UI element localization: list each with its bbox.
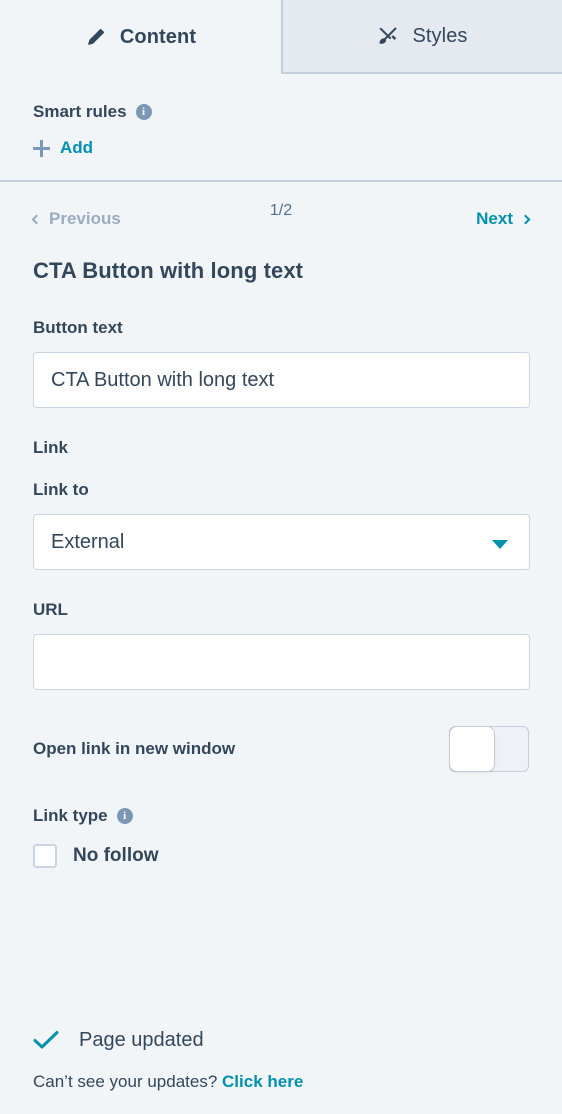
link-group-label: Link — [33, 438, 68, 457]
link-to-value[interactable]: External — [33, 514, 530, 570]
url-label: URL — [33, 600, 68, 619]
module-pagination: Previous 1/2 Next — [0, 182, 562, 256]
open-new-window-row: Open link in new window — [33, 726, 529, 772]
refresh-hint: Can’t see your updates? Click here — [33, 1072, 529, 1092]
open-new-window-toggle[interactable] — [449, 726, 529, 772]
refresh-hint-link[interactable]: Click here — [222, 1072, 303, 1091]
link-type-label-text: Link type — [33, 806, 108, 825]
chevron-left-icon — [31, 214, 42, 224]
check-icon — [33, 1030, 59, 1050]
url-input[interactable] — [33, 634, 530, 690]
plus-icon — [33, 139, 50, 157]
previous-button[interactable]: Previous — [31, 209, 121, 229]
link-to-select[interactable]: External — [33, 514, 530, 570]
next-button[interactable]: Next — [476, 209, 531, 229]
save-status-text: Page updated — [79, 1028, 204, 1051]
info-icon[interactable]: i — [116, 808, 133, 824]
no-follow-checkbox-row[interactable]: No follow — [33, 844, 158, 868]
no-follow-checkbox[interactable] — [33, 844, 57, 868]
open-new-window-label: Open link in new window — [33, 739, 236, 758]
tab-styles[interactable]: Styles — [281, 0, 562, 74]
module-form: Button text Link Link to External URL Op… — [0, 284, 562, 1023]
editor-footer: Page updated Can’t see your updates? Cli… — [0, 1023, 562, 1114]
smart-rules-section: Smart rules i Add — [0, 74, 562, 182]
no-follow-label: No follow — [73, 845, 159, 866]
tab-content[interactable]: Content — [0, 0, 281, 74]
smart-rules-header: Smart rules i — [33, 102, 529, 122]
pagination-count: 1/2 — [269, 202, 293, 219]
tab-content-label: Content — [119, 25, 197, 48]
button-text-label: Button text — [33, 318, 123, 337]
pencil-icon — [85, 26, 107, 48]
add-smart-rule-label: Add — [60, 138, 94, 157]
module-title: CTA Button with long text — [33, 258, 304, 283]
save-status: Page updated — [33, 1023, 529, 1057]
module-editor-panel: Content Styles Smart rules i Add Previou… — [0, 0, 562, 1114]
chevron-right-icon — [520, 214, 531, 224]
editor-tabs: Content Styles — [0, 0, 562, 74]
toggle-knob — [449, 726, 495, 772]
previous-label: Previous — [49, 209, 121, 228]
smart-rules-title: Smart rules — [33, 102, 127, 121]
paintbrush-icon — [377, 25, 399, 47]
refresh-hint-text: Can’t see your updates? — [33, 1072, 218, 1091]
link-to-label: Link to — [33, 480, 89, 499]
tab-styles-label: Styles — [412, 24, 468, 47]
link-type-label: Link type i — [33, 806, 529, 826]
button-text-input[interactable] — [33, 352, 530, 408]
add-smart-rule-button[interactable]: Add — [33, 138, 93, 158]
info-icon[interactable]: i — [135, 104, 152, 120]
next-label: Next — [476, 209, 513, 228]
